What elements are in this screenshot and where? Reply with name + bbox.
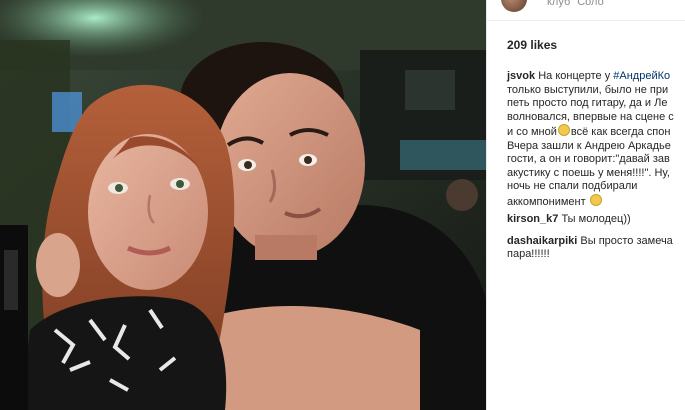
caption: jsvok На концерте у #АндрейКо только выс… xyxy=(507,70,685,209)
comments-list: jsvok На концерте у #АндрейКо только выс… xyxy=(507,70,685,266)
smile-emoji-icon xyxy=(557,124,570,136)
caption-line: только выступили, было не при xyxy=(507,83,669,96)
caption-line: аккомпонимент xyxy=(507,195,586,208)
post-side-panel: клуб "Соло" 209 likes jsvok На концерте … xyxy=(486,0,685,410)
photo-illustration xyxy=(0,0,486,410)
post-header: клуб "Соло" xyxy=(487,0,685,21)
hashtag-link[interactable]: #АндрейКо xyxy=(613,70,670,82)
comment-text: пара!!!!!! xyxy=(507,248,550,260)
caption-line: ночь не спали подбирали xyxy=(507,180,638,192)
comment-text: Вы просто замеча xyxy=(580,234,673,247)
caption-text: На концерте у xyxy=(538,70,611,82)
caption-line: Вчера зашли к Андрею Аркадье xyxy=(507,139,671,152)
caption-line: и со мной xyxy=(507,126,557,138)
comment-username[interactable]: kirson_k7 xyxy=(507,213,558,225)
comment-username[interactable]: dashaikarpiki xyxy=(507,235,577,247)
post-photo[interactable] xyxy=(0,0,486,410)
caption-username[interactable]: jsvok xyxy=(507,70,535,82)
caption-line: петь просто под гитару, да и Ле xyxy=(507,97,668,109)
caption-line: всё как всегда спон xyxy=(570,126,671,138)
comment: dashaikarpiki Вы просто замеча пара!!!!!… xyxy=(507,235,685,262)
comment-text: Ты молодец)) xyxy=(561,213,631,225)
caption-line: гости, а он и говорит:"давай зав xyxy=(507,153,670,165)
location-link[interactable]: клуб "Соло" xyxy=(547,0,608,8)
avatar[interactable] xyxy=(501,0,527,12)
smile-emoji-icon xyxy=(589,193,602,206)
caption-line: акустику с поешь у меня!!!!". Ну, xyxy=(507,166,670,179)
caption-line: волновался, впервые на сцене с xyxy=(507,110,674,123)
likes-count[interactable]: 209 likes xyxy=(507,38,557,52)
comment: kirson_k7 Ты молодец)) xyxy=(507,213,685,227)
